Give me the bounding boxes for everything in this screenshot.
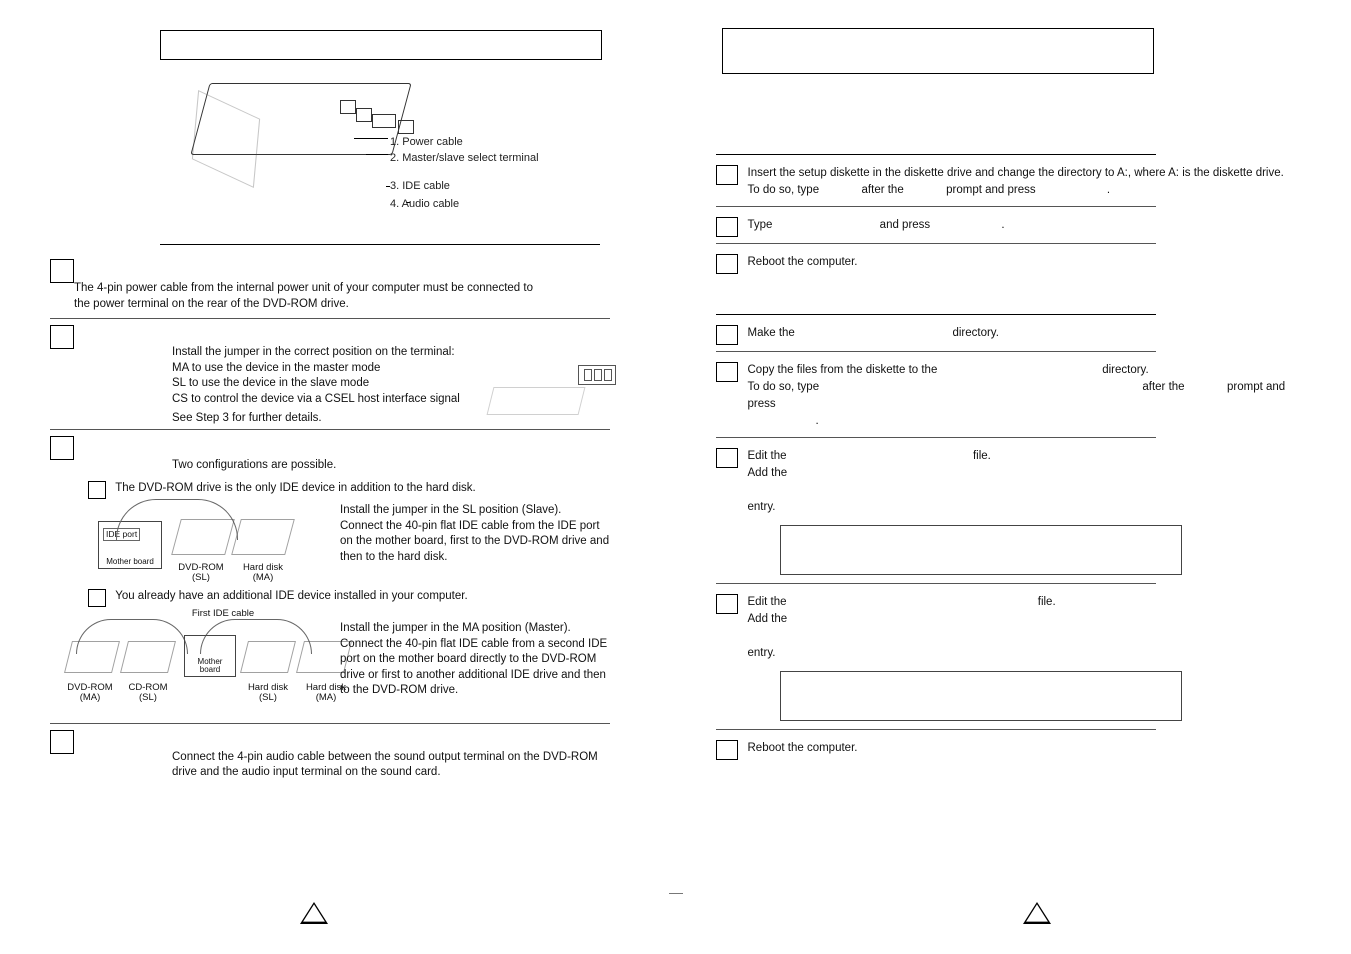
step-badge (716, 594, 738, 614)
step-badge (716, 362, 738, 382)
legend-jumper: 2. Master/slave select terminal (390, 152, 539, 164)
jumper-sketch (490, 359, 620, 419)
legend-ide: 3. IDE cable (390, 180, 450, 192)
s2-4c: Add the (748, 613, 788, 625)
step-badge (716, 740, 738, 760)
s2-2c: To do so, type (748, 381, 820, 393)
s2-3a: Edit the (748, 450, 787, 462)
fold-mark-icon (669, 893, 683, 894)
s2-2a: Copy the files from the diskette to the (748, 364, 938, 376)
s1-2a: Type (748, 219, 773, 231)
s2-1a: Make the (748, 327, 795, 339)
jumper-line: CS to control the device via a CSEL host… (172, 392, 512, 408)
s1-3: Reboot the computer. (748, 256, 858, 268)
step-badge (50, 325, 74, 349)
step-badge (716, 165, 738, 185)
conf2-a: Install the jumper in the MA position (M… (340, 621, 618, 637)
jumper-line: See Step 3 for further details. (172, 411, 512, 427)
audio-note: Connect the 4-pin audio cable between th… (172, 750, 612, 781)
step-badge (50, 259, 74, 283)
step-badge (716, 448, 738, 468)
step-badge (716, 217, 738, 237)
s2-3d: entry. (748, 501, 776, 513)
s1-1b-b: after the (862, 184, 904, 196)
s1-2b: and press (880, 219, 931, 231)
jumper-line: MA to use the device in the master mode (172, 361, 512, 377)
conf2-b: Connect the 40-pin flat IDE cable from a… (340, 637, 618, 699)
power-note: The 4-pin power cable from the internal … (74, 281, 534, 312)
left-page: 1. Power cable 2. Master/slave select te… (0, 0, 676, 954)
s2-2b: directory. (1102, 364, 1148, 376)
s2-2d: after the (1142, 381, 1184, 393)
s2-5: Reboot the computer. (748, 742, 858, 754)
legend-audio: 4. Audio cable (390, 198, 459, 210)
s2-3c: Add the (748, 467, 788, 479)
s1-1b-a: To do so, type (748, 184, 820, 196)
s2-2f: . (816, 415, 819, 427)
s1-1a: Insert the setup diskette in the diskett… (748, 167, 1284, 179)
s2-3b: file. (973, 450, 991, 462)
left-title-frame (160, 30, 602, 60)
autoexec-box (780, 671, 1182, 721)
s1-1b-d: . (1107, 184, 1110, 196)
s2-4b: file. (1038, 596, 1056, 608)
conf1-a: Install the jumper in the SL position (S… (340, 503, 610, 519)
two-conf: Two configurations are possible. (172, 458, 636, 474)
s1-1b-c: prompt and press (946, 184, 1036, 196)
config-sys-box (780, 525, 1182, 575)
right-title-frame (722, 28, 1154, 74)
drive-rear-illustration: 1. Power cable 2. Master/slave select te… (40, 68, 636, 238)
step-badge (716, 325, 738, 345)
bullet-box (88, 481, 106, 499)
s1-2c: . (1001, 219, 1004, 231)
section-manual: Make the directory. Copy the files from … (716, 314, 1312, 760)
s2-4a: Edit the (748, 596, 787, 608)
s2-1b: directory. (952, 327, 998, 339)
jumper-line: Install the jumper in the correct positi… (172, 345, 512, 361)
s2-4d: entry. (748, 647, 776, 659)
conf1-b: Connect the 40-pin flat IDE cable from t… (340, 519, 610, 566)
step-badge (716, 254, 738, 274)
right-page: Insert the setup diskette in the diskett… (676, 0, 1351, 954)
conf1-head: The DVD-ROM drive is the only IDE device… (115, 482, 476, 494)
section-auto: Insert the setup diskette in the diskett… (716, 154, 1312, 274)
legend-power: 1. Power cable (390, 136, 463, 148)
jumper-line: SL to use the device in the slave mode (172, 376, 512, 392)
step-badge (50, 436, 74, 460)
step-badge (50, 730, 74, 754)
